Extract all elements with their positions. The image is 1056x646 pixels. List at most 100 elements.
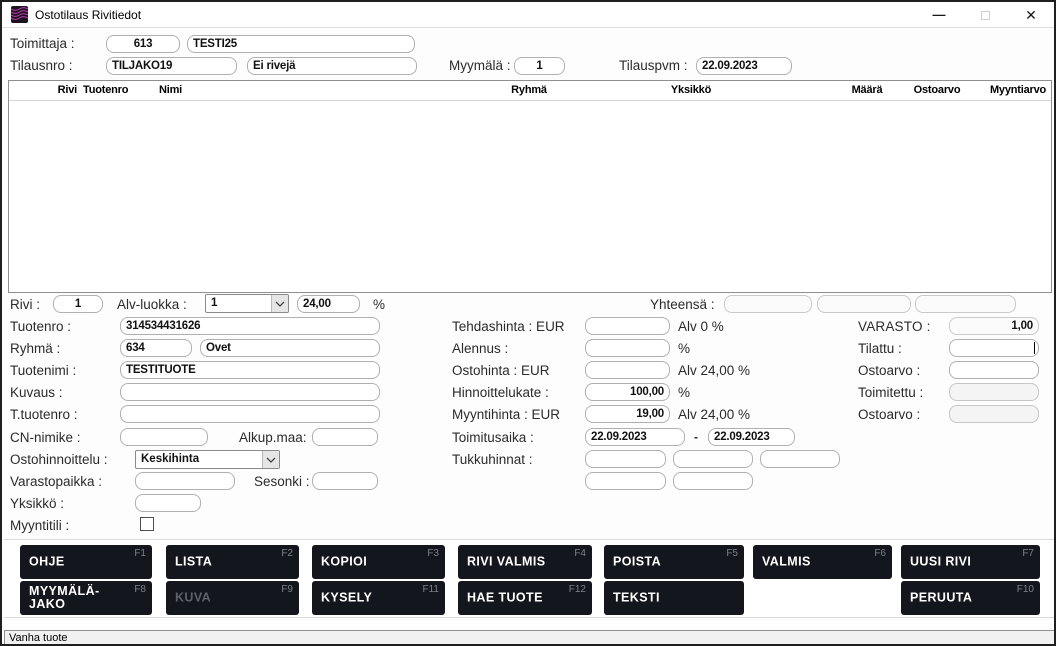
- cn-nimike-field[interactable]: [120, 428, 208, 446]
- yksikko-field[interactable]: [135, 494, 201, 512]
- yhteensa-field-2: [817, 295, 911, 313]
- column-header-yksikko[interactable]: Yksikkö: [651, 84, 731, 96]
- myyntihinta-label: Myyntihinta : EUR: [452, 407, 560, 422]
- ostoarvo-toimitettu-field: [949, 405, 1039, 423]
- column-header-rivi[interactable]: Rivi: [49, 84, 77, 96]
- teksti-button[interactable]: TEKSTI: [604, 581, 744, 615]
- peruuta-button[interactable]: PERUUTA F10: [901, 581, 1040, 615]
- tilauspvm-field[interactable]: 22.09.2023: [696, 57, 792, 75]
- ostohinnoittelu-label: Ostohinnoittelu :: [10, 452, 108, 467]
- sesonki-field[interactable]: [312, 472, 378, 490]
- app-logo-icon: [11, 6, 28, 23]
- chevron-down-icon[interactable]: [271, 295, 288, 312]
- close-button[interactable]: ✕: [1008, 2, 1054, 28]
- rivi-valmis-button[interactable]: RIVI VALMIS F4: [458, 545, 592, 579]
- rivit-info-field[interactable]: Ei rivejä: [247, 57, 417, 75]
- alv-luokka-select[interactable]: 1: [205, 294, 289, 313]
- tilattu-field[interactable]: [949, 339, 1039, 357]
- column-header-myyntiarvo[interactable]: Myyntiarvo: [973, 84, 1056, 96]
- minimize-button[interactable]: —: [916, 2, 962, 28]
- toimittaja-name-field[interactable]: TESTI25: [187, 35, 415, 53]
- tukkuhinnat-label: Tukkuhinnat :: [452, 452, 533, 467]
- ohje-button[interactable]: OHJE F1: [20, 545, 152, 579]
- hinnoittelukate-field[interactable]: 100,00: [585, 383, 670, 401]
- ostoarvo-toimitettu-label: Ostoarvo :: [858, 407, 920, 422]
- tehdashinta-alv-text: Alv 0 %: [678, 319, 724, 334]
- tukkuhinta-field-2[interactable]: [673, 450, 753, 468]
- date-range-dash: -: [694, 430, 698, 444]
- lista-button[interactable]: LISTA F2: [166, 545, 299, 579]
- myyntihinta-field[interactable]: 19,00: [585, 405, 670, 423]
- ostoarvo-tilattu-label: Ostoarvo :: [858, 363, 920, 378]
- toimitettu-label: Toimitettu :: [858, 385, 923, 400]
- column-header-tuotenro[interactable]: Tuotenro: [83, 84, 128, 96]
- alennus-pct-sign: %: [678, 341, 690, 356]
- varastopaikka-label: Varastopaikka :: [10, 474, 102, 489]
- kopioi-button[interactable]: KOPIOI F3: [312, 545, 445, 579]
- tukkuhinta-field-1[interactable]: [585, 450, 666, 468]
- kuvaus-field[interactable]: [120, 383, 380, 401]
- varasto-field: 1,00: [949, 317, 1039, 335]
- myymala-jako-button[interactable]: MYYMÄLÄ-JAKO F8: [20, 581, 152, 615]
- yhteensa-field-1: [724, 295, 812, 313]
- rivi-field[interactable]: 1: [53, 295, 103, 313]
- hinnoittelukate-pct-sign: %: [678, 385, 690, 400]
- tilausnro-field[interactable]: TILJAKO19: [106, 57, 237, 75]
- kuva-button: KUVA F9: [166, 581, 299, 615]
- column-header-nimi[interactable]: Nimi: [159, 84, 182, 96]
- chevron-down-icon[interactable]: [262, 451, 279, 468]
- tuotenro-field[interactable]: 314534431626: [120, 317, 380, 335]
- title-bar: Ostotilaus Rivitiedot — ✕: [2, 2, 1054, 28]
- alennus-field[interactable]: [585, 339, 670, 357]
- tukkuhinta-field-5[interactable]: [673, 472, 753, 490]
- ostohinta-field[interactable]: [585, 361, 670, 379]
- kysely-button[interactable]: KYSELY F11: [312, 581, 445, 615]
- toimitusaika-end-field[interactable]: 22.09.2023: [708, 428, 795, 446]
- myyntitili-label: Myyntitili :: [10, 518, 69, 533]
- varastopaikka-field[interactable]: [135, 472, 235, 490]
- poista-button[interactable]: POISTA F5: [604, 545, 744, 579]
- toimitusaika-label: Toimitusaika :: [452, 430, 534, 445]
- tukkuhinta-field-4[interactable]: [585, 472, 666, 490]
- maximize-button[interactable]: [962, 2, 1008, 28]
- uusi-rivi-button[interactable]: UUSI RIVI F7: [901, 545, 1040, 579]
- ostohinta-label: Ostohinta : EUR: [452, 363, 550, 378]
- order-lines-table[interactable]: Rivi Tuotenro Nimi Ryhmä Yksikkö Määrä O…: [8, 80, 1052, 293]
- column-header-maara[interactable]: Määrä: [827, 84, 907, 96]
- status-bar: Vanha tuote: [4, 630, 1056, 646]
- hae-tuote-button[interactable]: HAE TUOTE F12: [458, 581, 592, 615]
- alv-pct-sign: %: [373, 297, 385, 312]
- tehdashinta-field[interactable]: [585, 317, 670, 335]
- tuotenro-label: Tuotenro :: [10, 319, 71, 334]
- yksikko-label: Yksikkö :: [10, 496, 64, 511]
- ryhma-label: Ryhmä :: [10, 341, 60, 356]
- toimittaja-code-field[interactable]: 613: [106, 35, 180, 53]
- t-tuotenro-field[interactable]: [120, 405, 380, 423]
- ostohinnoittelu-select[interactable]: Keskihinta: [135, 450, 280, 469]
- tilauspvm-label: Tilauspvm :: [619, 58, 688, 73]
- yhteensa-label: Yhteensä :: [650, 297, 714, 312]
- column-header-ostoarvo[interactable]: Ostoarvo: [897, 84, 977, 96]
- tuotenimi-field[interactable]: TESTITUOTE: [120, 361, 380, 379]
- valmis-button[interactable]: VALMIS F6: [753, 545, 892, 579]
- kuvaus-label: Kuvaus :: [10, 385, 63, 400]
- tuotenimi-label: Tuotenimi :: [10, 363, 76, 378]
- alv-pct-field[interactable]: 24,00: [297, 295, 360, 313]
- toimitettu-field: [949, 383, 1039, 401]
- ostohinnoittelu-value: Keskihinta: [141, 453, 199, 465]
- ryhma-name-field[interactable]: Ovet: [200, 339, 380, 357]
- myyntitili-checkbox[interactable]: [140, 517, 154, 531]
- window-title: Ostotilaus Rivitiedot: [35, 2, 141, 28]
- alkup-maa-field[interactable]: [312, 428, 378, 446]
- sesonki-label: Sesonki :: [254, 474, 310, 489]
- toimitusaika-start-field[interactable]: 22.09.2023: [585, 428, 685, 446]
- alkup-maa-label: Alkup.maa:: [239, 430, 307, 445]
- tukkuhinta-field-3[interactable]: [760, 450, 840, 468]
- status-text: Vanha tuote: [9, 632, 68, 644]
- ostoarvo-tilattu-field[interactable]: [949, 361, 1039, 379]
- column-header-ryhma[interactable]: Ryhmä: [489, 84, 569, 96]
- cn-nimike-label: CN-nimike :: [10, 430, 81, 445]
- myymala-field[interactable]: 1: [514, 57, 565, 75]
- t-tuotenro-label: T.tuotenro :: [10, 407, 78, 422]
- ryhma-code-field[interactable]: 634: [120, 339, 192, 357]
